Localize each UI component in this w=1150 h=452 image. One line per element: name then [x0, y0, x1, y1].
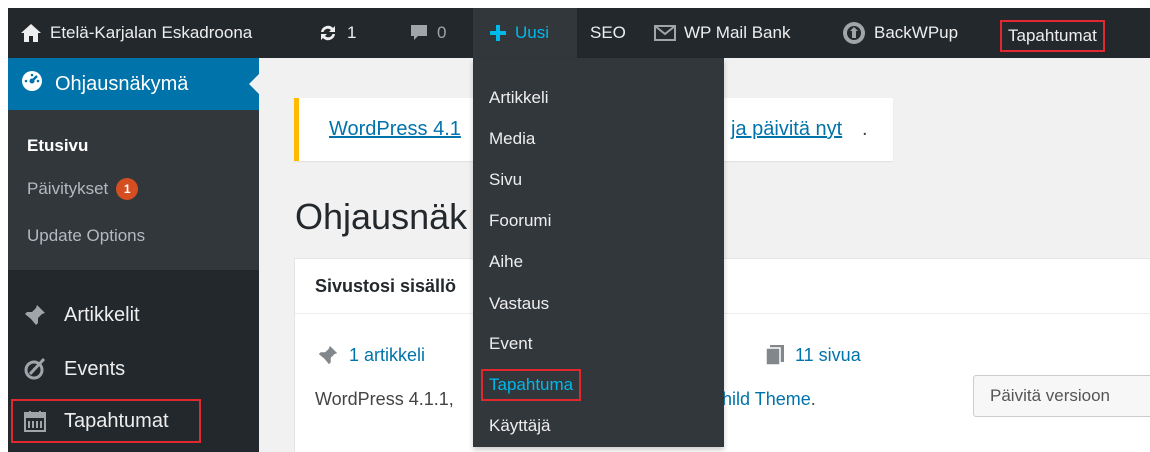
plus-icon — [489, 24, 507, 42]
notice-tail: . — [862, 118, 868, 140]
sidebar-subitem-updates[interactable]: Päivitykset 1 — [27, 178, 139, 200]
pages-icon — [765, 344, 785, 366]
new-menu-item-artikkeli[interactable]: Artikkeli — [489, 88, 549, 108]
comment-icon — [409, 23, 429, 43]
events-label: Events — [64, 357, 126, 380]
comments-link[interactable]: 0 — [409, 8, 446, 58]
sidebar-item-dashboard[interactable]: Ohjausnäkymä — [8, 58, 259, 110]
theme-tail: . — [810, 389, 816, 409]
updates-link[interactable]: 1 — [317, 8, 356, 58]
admin-bar: Etelä-Karjalan Eskadroona 1 0 Uusi SEO W… — [8, 8, 1150, 58]
new-content-menu[interactable]: Uusi — [473, 8, 577, 58]
sidebar-subitem-home[interactable]: Etusivu — [27, 136, 88, 156]
sidebar-subitem-update-options[interactable]: Update Options — [27, 226, 145, 246]
mail-icon — [654, 25, 676, 41]
version-text: WordPress 4.1.1, — [315, 389, 454, 409]
articles-count-link[interactable]: 1 artikkeli — [317, 344, 425, 366]
comments-count: 0 — [437, 23, 447, 42]
notice-link-wordpress[interactable]: WordPress 4.1 — [329, 118, 461, 141]
new-menu-item-foorumi[interactable]: Foorumi — [489, 211, 551, 231]
site-name-link[interactable]: Etelä-Karjalan Eskadroona — [20, 8, 252, 58]
sidebar-item-tapahtumat[interactable]: Tapahtumat — [11, 399, 201, 443]
pin-icon — [317, 344, 339, 366]
update-button-label: Päivitä versioon — [990, 386, 1111, 405]
site-name-label: Etelä-Karjalan Eskadroona — [50, 23, 253, 42]
updates-count: 1 — [347, 23, 357, 42]
new-menu-item-aihe[interactable]: Aihe — [489, 252, 523, 272]
pages-count-link[interactable]: 11 sivua — [765, 344, 861, 366]
admin-sidebar: Ohjausnäkymä Etusivu Päivitykset 1 Updat… — [8, 58, 259, 452]
pages-count-label: 11 sivua — [795, 344, 861, 365]
dashboard-icon — [21, 70, 43, 98]
updates-label: Päivitykset — [27, 179, 109, 198]
tapahtumat-sidebar-label: Tapahtumat — [64, 409, 169, 432]
seo-menu[interactable]: SEO — [590, 8, 626, 58]
new-menu-item-event[interactable]: Event — [489, 334, 532, 354]
new-menu-item-tapahtuma[interactable]: Tapahtuma — [480, 369, 582, 401]
box-title: Sivustosi sisällö — [315, 276, 457, 296]
seo-label: SEO — [590, 23, 626, 42]
pin-icon — [22, 303, 48, 327]
home-label: Etusivu — [27, 136, 89, 155]
theme-link[interactable]: Child Theme. — [709, 389, 816, 410]
new-menu-item-vastaus[interactable]: Vastaus — [489, 294, 549, 314]
backwpup-label: BackWPup — [874, 23, 959, 42]
updates-badge: 1 — [116, 178, 139, 200]
mailbank-label: WP Mail Bank — [684, 23, 791, 42]
dashboard-submenu: Etusivu Päivitykset 1 Update Options — [8, 110, 259, 270]
new-menu-item-media[interactable]: Media — [489, 129, 535, 149]
calendar-icon — [22, 410, 48, 432]
page-title: Ohjausnäk — [295, 196, 468, 237]
home-icon — [20, 23, 42, 43]
backwpup-menu[interactable]: BackWPup — [842, 8, 958, 58]
screenshot-frame: Etelä-Karjalan Eskadroona 1 0 Uusi SEO W… — [8, 8, 1150, 452]
dashboard-label: Ohjausnäkymä — [55, 72, 189, 95]
new-menu-item-sivu[interactable]: Sivu — [489, 170, 522, 190]
artikkelit-label: Artikkelit — [64, 303, 140, 326]
backwpup-icon — [842, 21, 866, 45]
notice-link-update-now[interactable]: ja päivitä nyt — [731, 118, 842, 141]
sidebar-item-artikkelit[interactable]: Artikkelit — [8, 293, 259, 337]
sidebar-item-events[interactable]: Events — [8, 347, 259, 391]
articles-count-label: 1 artikkeli — [349, 344, 426, 365]
events-icon — [22, 356, 48, 382]
theme-link-label: Child Theme — [709, 389, 811, 409]
new-content-dropdown: Artikkeli Media Sivu Foorumi Aihe Vastau… — [473, 58, 724, 447]
updates-icon — [317, 23, 339, 43]
update-options-label: Update Options — [27, 226, 146, 245]
update-version-button[interactable]: Päivitä versioon — [973, 375, 1150, 417]
wp-mail-bank-menu[interactable]: WP Mail Bank — [654, 8, 790, 58]
tapahtumat-menu[interactable]: Tapahtumat — [1000, 20, 1105, 52]
new-label: Uusi — [515, 23, 550, 42]
tapahtumat-label: Tapahtumat — [1008, 26, 1097, 45]
new-menu-item-kayttaja[interactable]: Käyttäjä — [489, 416, 550, 436]
